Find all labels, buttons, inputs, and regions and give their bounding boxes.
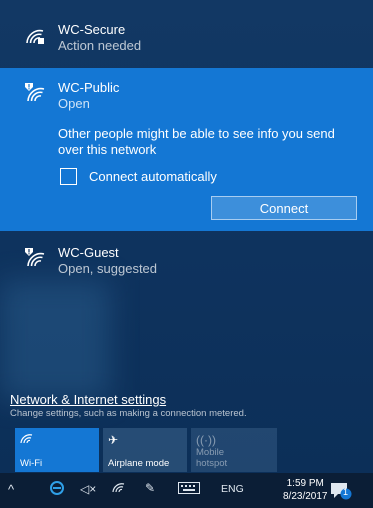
volume-muted-icon[interactable]: ◁× [80,482,96,496]
connect-automatically-checkbox[interactable] [60,168,77,185]
network-status: Action needed [58,38,142,53]
wifi-warning-icon [24,83,48,105]
quick-action-mobile-hotspot: ((·)) Mobile hotspot [191,428,277,472]
connect-automatically-option[interactable]: Connect automatically [60,168,217,185]
browser-icon[interactable] [49,480,65,499]
network-settings-description: Change settings, such as making a connec… [10,408,247,419]
quick-action-label: Wi-Fi [20,458,43,469]
action-center-icon[interactable]: 1 [330,482,352,500]
quick-action-wifi[interactable]: Wi-Fi [15,428,99,472]
quick-action-label: Airplane mode [108,458,170,469]
connect-automatically-label: Connect automatically [89,169,217,184]
network-status: Open [58,96,90,111]
network-flyout: WC-Secure Action needed WC-Public Open O… [0,0,373,473]
hotspot-icon: ((·)) [196,433,216,447]
network-name: WC-Secure [58,22,126,37]
clock[interactable]: 1:59 PM 8/23/2017 [283,477,328,503]
wifi-icon [20,432,94,448]
network-status: Open, suggested [58,261,158,276]
network-item-wc-public[interactable]: WC-Public Open Other people might be abl… [0,68,373,231]
connect-button[interactable]: Connect [211,196,357,220]
network-item-wc-guest[interactable]: WC-Guest Open, suggested [0,245,373,287]
taskbar: ^ ◁× ✎ ENG 1:59 PM 8/23/2017 1 [0,473,373,508]
network-name: WC-Public [58,80,120,95]
keyboard-icon[interactable] [178,482,200,497]
clock-time: 1:59 PM [286,478,324,489]
notification-count: 1 [343,487,349,497]
wifi-icon[interactable] [112,481,126,496]
wifi-secure-icon [24,25,48,47]
chevron-up-icon[interactable]: ^ [8,482,14,497]
language-indicator[interactable]: ENG [221,483,244,495]
clock-date: 8/23/2017 [283,491,328,502]
quick-action-airplane-mode[interactable]: ✈ Airplane mode [103,428,187,472]
security-warning-text: Other people might be able to see info y… [58,126,335,157]
quick-action-label: Mobile hotspot [196,447,228,469]
network-name: WC-Guest [58,245,119,260]
pen-icon[interactable]: ✎ [145,481,155,495]
network-item-wc-secure[interactable]: WC-Secure Action needed [0,22,373,64]
airplane-icon: ✈ [108,433,119,447]
network-settings-link[interactable]: Network & Internet settings [10,392,166,407]
wifi-warning-icon [24,248,48,270]
